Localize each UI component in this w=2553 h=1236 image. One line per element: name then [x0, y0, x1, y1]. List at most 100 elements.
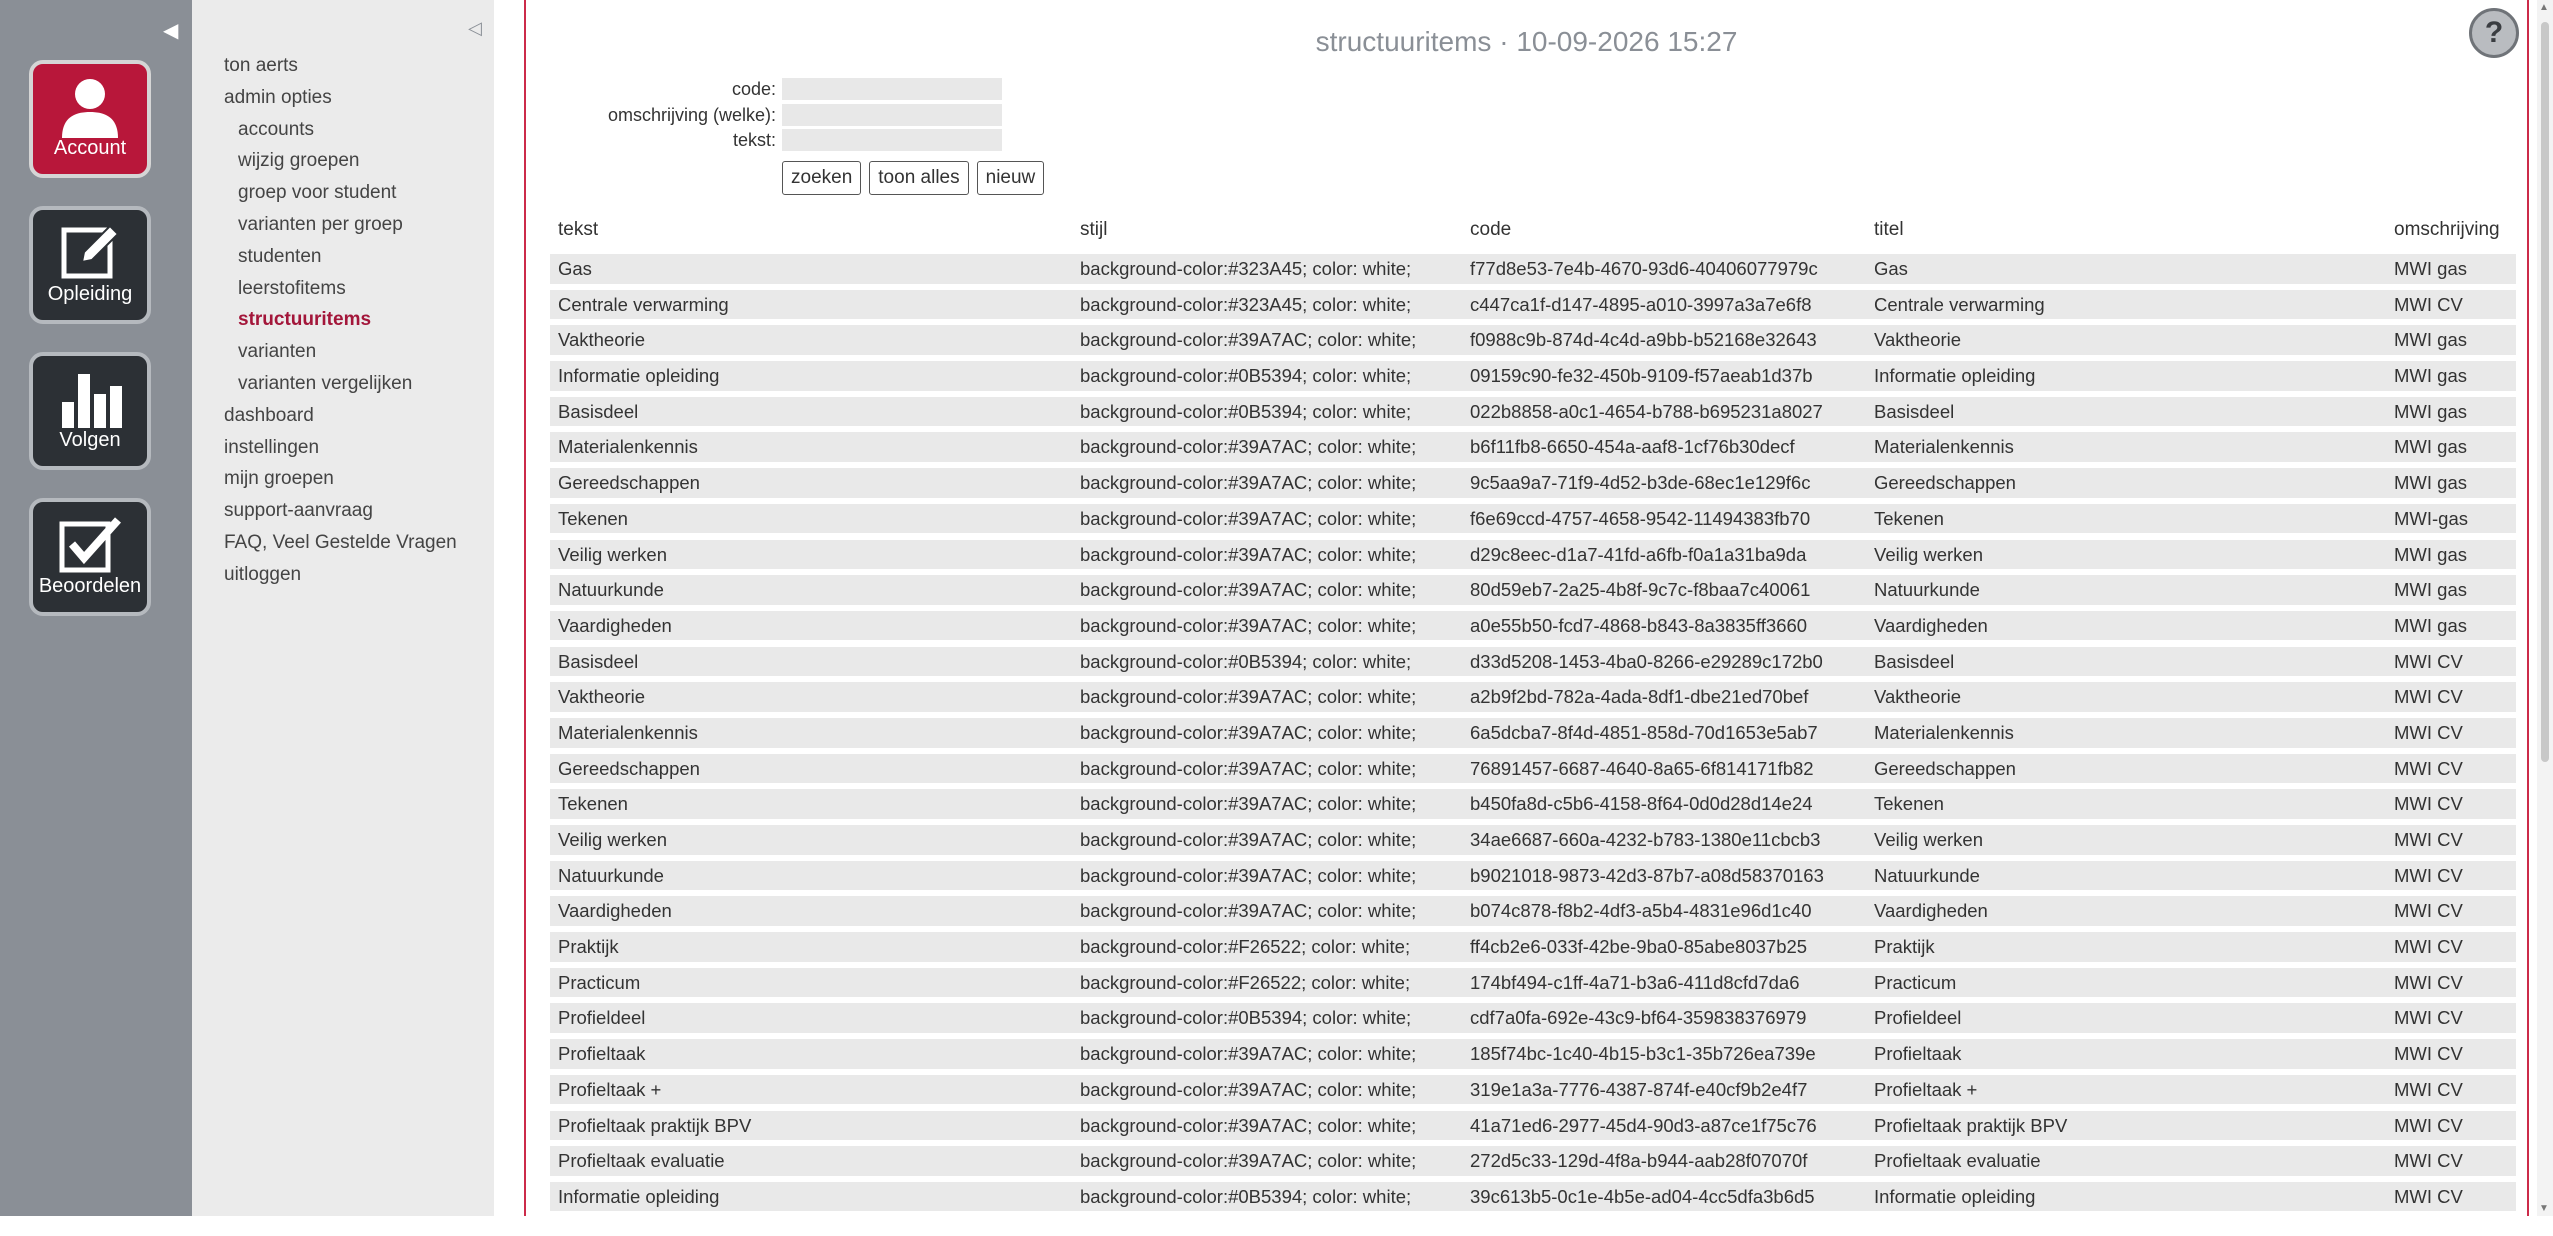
menu-item-admin-opties[interactable]: admin opties — [224, 82, 457, 114]
collapse-menu-icon[interactable]: ◁ — [468, 18, 482, 39]
tekst-input[interactable] — [782, 129, 1002, 151]
cell-titel: Basisdeel — [1874, 400, 1955, 422]
table-row[interactable]: Tekenen background-color:#39A7AC; color: … — [550, 503, 2516, 534]
table-row[interactable]: Basisdeel background-color:#0B5394; color… — [550, 396, 2516, 427]
menu-item-uitloggen[interactable]: uitloggen — [224, 559, 457, 591]
menu-item-mijn-groepen[interactable]: mijn groepen — [224, 463, 457, 495]
beoordelen-button[interactable]: Beoordelen — [29, 498, 151, 616]
cell-omschrijving: MWI gas — [2394, 329, 2467, 351]
table-row[interactable]: Materialenkennis background-color:#39A7AC… — [550, 432, 2516, 463]
cell-code: d33d5208-1453-4ba0-8266-e29289c172b0 — [1470, 650, 1823, 672]
cell-code: 39c613b5-0c1e-4b5e-ad04-4cc5dfa3b6d5 — [1470, 1185, 1815, 1207]
table-row[interactable]: Veilig werken background-color:#39A7AC; c… — [550, 825, 2516, 855]
table-row[interactable]: Natuurkunde background-color:#39A7AC; col… — [550, 575, 2516, 605]
table-row[interactable]: Profieltaak evaluatie background-color:#3… — [550, 1146, 2516, 1176]
table-row[interactable]: Basisdeel background-color:#0B5394; color… — [550, 646, 2516, 677]
table-row[interactable]: Practicum background-color:#F26522; color… — [550, 967, 2516, 998]
side-menu: ◁ ton aerts admin opties accounts wijzig… — [192, 0, 494, 1216]
code-input[interactable] — [782, 78, 1002, 100]
header-omschrijving[interactable]: omschrijving — [2386, 216, 2516, 244]
table-row[interactable]: Profieltaak + background-color:#39A7AC; c… — [550, 1074, 2516, 1105]
cell-omschrijving: MWI CV — [2394, 1150, 2463, 1172]
table-row[interactable]: Centrale verwarming background-color:#323… — [550, 289, 2516, 320]
cell-code: c447ca1f-d147-4895-a010-3997a3a7e6f8 — [1470, 293, 1812, 315]
menu-item-varianten-per-groep[interactable]: varianten per groep — [224, 209, 457, 241]
cell-titel: Informatie opleiding — [1874, 1185, 2036, 1207]
header-code[interactable]: code — [1462, 216, 1866, 244]
opleiding-button[interactable]: Opleiding — [29, 206, 151, 324]
cell-titel: Vaktheorie — [1874, 686, 1962, 708]
table-row[interactable]: Gereedschappen background-color:#39A7AC; … — [550, 468, 2516, 498]
cell-code: b450fa8d-c5b6-4158-8f64-0d0d28d14e24 — [1470, 793, 1813, 815]
cell-tekst: Vaardigheden — [558, 900, 672, 922]
cell-titel: Profieltaak evaluatie — [1874, 1150, 2041, 1172]
menu-item-leerstofitems[interactable]: leerstofitems — [224, 273, 457, 305]
cell-omschrijving: MWI CV — [2394, 1007, 2463, 1029]
scrollbar[interactable]: ▲ ▼ — [2537, 0, 2553, 1216]
table-row[interactable]: Vaardigheden background-color:#39A7AC; co… — [550, 610, 2516, 641]
cell-titel: Materialenkennis — [1874, 436, 2014, 458]
cell-tekst: Natuurkunde — [558, 864, 664, 886]
collapse-rail-icon[interactable]: ◀ — [163, 18, 178, 43]
menu-item-support-aanvraag[interactable]: support-aanvraag — [224, 495, 457, 527]
table-row[interactable]: Profieldeel background-color:#0B5394; col… — [550, 1003, 2516, 1034]
header-stijl[interactable]: stijl — [1072, 216, 1462, 244]
cell-stijl: background-color:#39A7AC; color: white; — [1080, 829, 1417, 850]
menu-item-wijzig-groepen[interactable]: wijzig groepen — [224, 145, 457, 177]
menu-item-studenten[interactable]: studenten — [224, 241, 457, 273]
menu-item-dashboard[interactable]: dashboard — [224, 400, 457, 432]
cell-stijl: background-color:#39A7AC; color: white; — [1080, 1114, 1417, 1136]
cell-code: b9021018-9873-42d3-87b7-a08d58370163 — [1470, 864, 1824, 886]
cell-omschrijving: MWI gas — [2394, 614, 2467, 636]
table-row[interactable]: Vaktheorie background-color:#39A7AC; colo… — [550, 325, 2516, 355]
cell-stijl: background-color:#39A7AC; color: white; — [1080, 579, 1417, 601]
cell-stijl: background-color:#39A7AC; color: white; — [1080, 864, 1417, 886]
table-row[interactable]: Tekenen background-color:#39A7AC; color: … — [550, 789, 2516, 819]
account-button[interactable]: Account — [29, 60, 151, 178]
cell-tekst: Informatie opleiding — [558, 365, 720, 387]
menu-item-varianten-vergelijken[interactable]: varianten vergelijken — [224, 368, 457, 400]
menu-item-faq[interactable]: FAQ, Veel Gestelde Vragen — [224, 527, 457, 559]
menu-item-accounts[interactable]: accounts — [224, 114, 457, 146]
help-button[interactable]: ? — [2469, 8, 2519, 58]
menu-item-varianten[interactable]: varianten — [224, 336, 457, 368]
menu-item-groep-voor-student[interactable]: groep voor student — [224, 177, 457, 209]
zoeken-button[interactable]: zoeken — [782, 161, 862, 195]
cell-code: 34ae6687-660a-4232-b783-1380e11cbcb3 — [1470, 829, 1821, 850]
cell-omschrijving: MWI CV — [2394, 793, 2463, 815]
cell-tekst: Veilig werken — [558, 543, 668, 565]
table-row[interactable]: Gereedschappen background-color:#39A7AC; … — [550, 753, 2516, 784]
cell-code: 76891457-6687-4640-8a65-6f814171fb82 — [1470, 757, 1814, 779]
table-row[interactable]: Profieltaak background-color:#39A7AC; col… — [550, 1039, 2516, 1069]
nieuw-button[interactable]: nieuw — [976, 161, 1045, 195]
scroll-up-icon[interactable]: ▲ — [2539, 2, 2549, 13]
table-row[interactable]: Materialenkennis background-color:#39A7AC… — [550, 717, 2516, 748]
cell-stijl: background-color:#39A7AC; color: white; — [1080, 757, 1417, 779]
cell-omschrijving: MWI CV — [2394, 829, 2463, 850]
cell-titel: Centrale verwarming — [1874, 293, 2045, 315]
table-row[interactable]: Veilig werken background-color:#39A7AC; c… — [550, 539, 2516, 570]
header-tekst[interactable]: tekst — [550, 216, 1072, 244]
help-label: ? — [2484, 16, 2504, 49]
omschrijving-input[interactable] — [782, 104, 1002, 126]
toon-alles-button[interactable]: toon alles — [869, 161, 969, 195]
table-header: tekst stijl code titel omschrijving — [550, 216, 2516, 244]
menu-item-structuuritems[interactable]: structuuritems — [224, 304, 457, 336]
menu-item-instellingen[interactable]: instellingen — [224, 432, 457, 464]
cell-tekst: Tekenen — [558, 507, 628, 529]
volgen-button[interactable]: Volgen — [29, 352, 151, 470]
table-row[interactable]: Vaktheorie background-color:#39A7AC; colo… — [550, 682, 2516, 712]
table-row[interactable]: Natuurkunde background-color:#39A7AC; col… — [550, 860, 2516, 891]
header-titel[interactable]: titel — [1866, 216, 2386, 244]
menu-item-user[interactable]: ton aerts — [224, 50, 457, 82]
table-row[interactable]: Praktijk background-color:#F26522; color:… — [550, 932, 2516, 962]
table-row[interactable]: Vaardigheden background-color:#39A7AC; co… — [550, 896, 2516, 926]
table-row[interactable]: Informatie opleiding background-color:#0B… — [550, 1181, 2516, 1212]
scroll-down-icon[interactable]: ▼ — [2539, 1203, 2549, 1214]
cell-code: 09159c90-fe32-450b-9109-f57aeab1d37b — [1470, 365, 1813, 387]
table-row[interactable]: Gas background-color:#323A45; color: whit… — [550, 254, 2516, 284]
cell-omschrijving: MWI CV — [2394, 757, 2463, 779]
scrollbar-thumb[interactable] — [2541, 22, 2549, 762]
table-row[interactable]: Informatie opleiding background-color:#0B… — [550, 361, 2516, 391]
table-row[interactable]: Profieltaak praktijk BPV background-color… — [550, 1110, 2516, 1141]
